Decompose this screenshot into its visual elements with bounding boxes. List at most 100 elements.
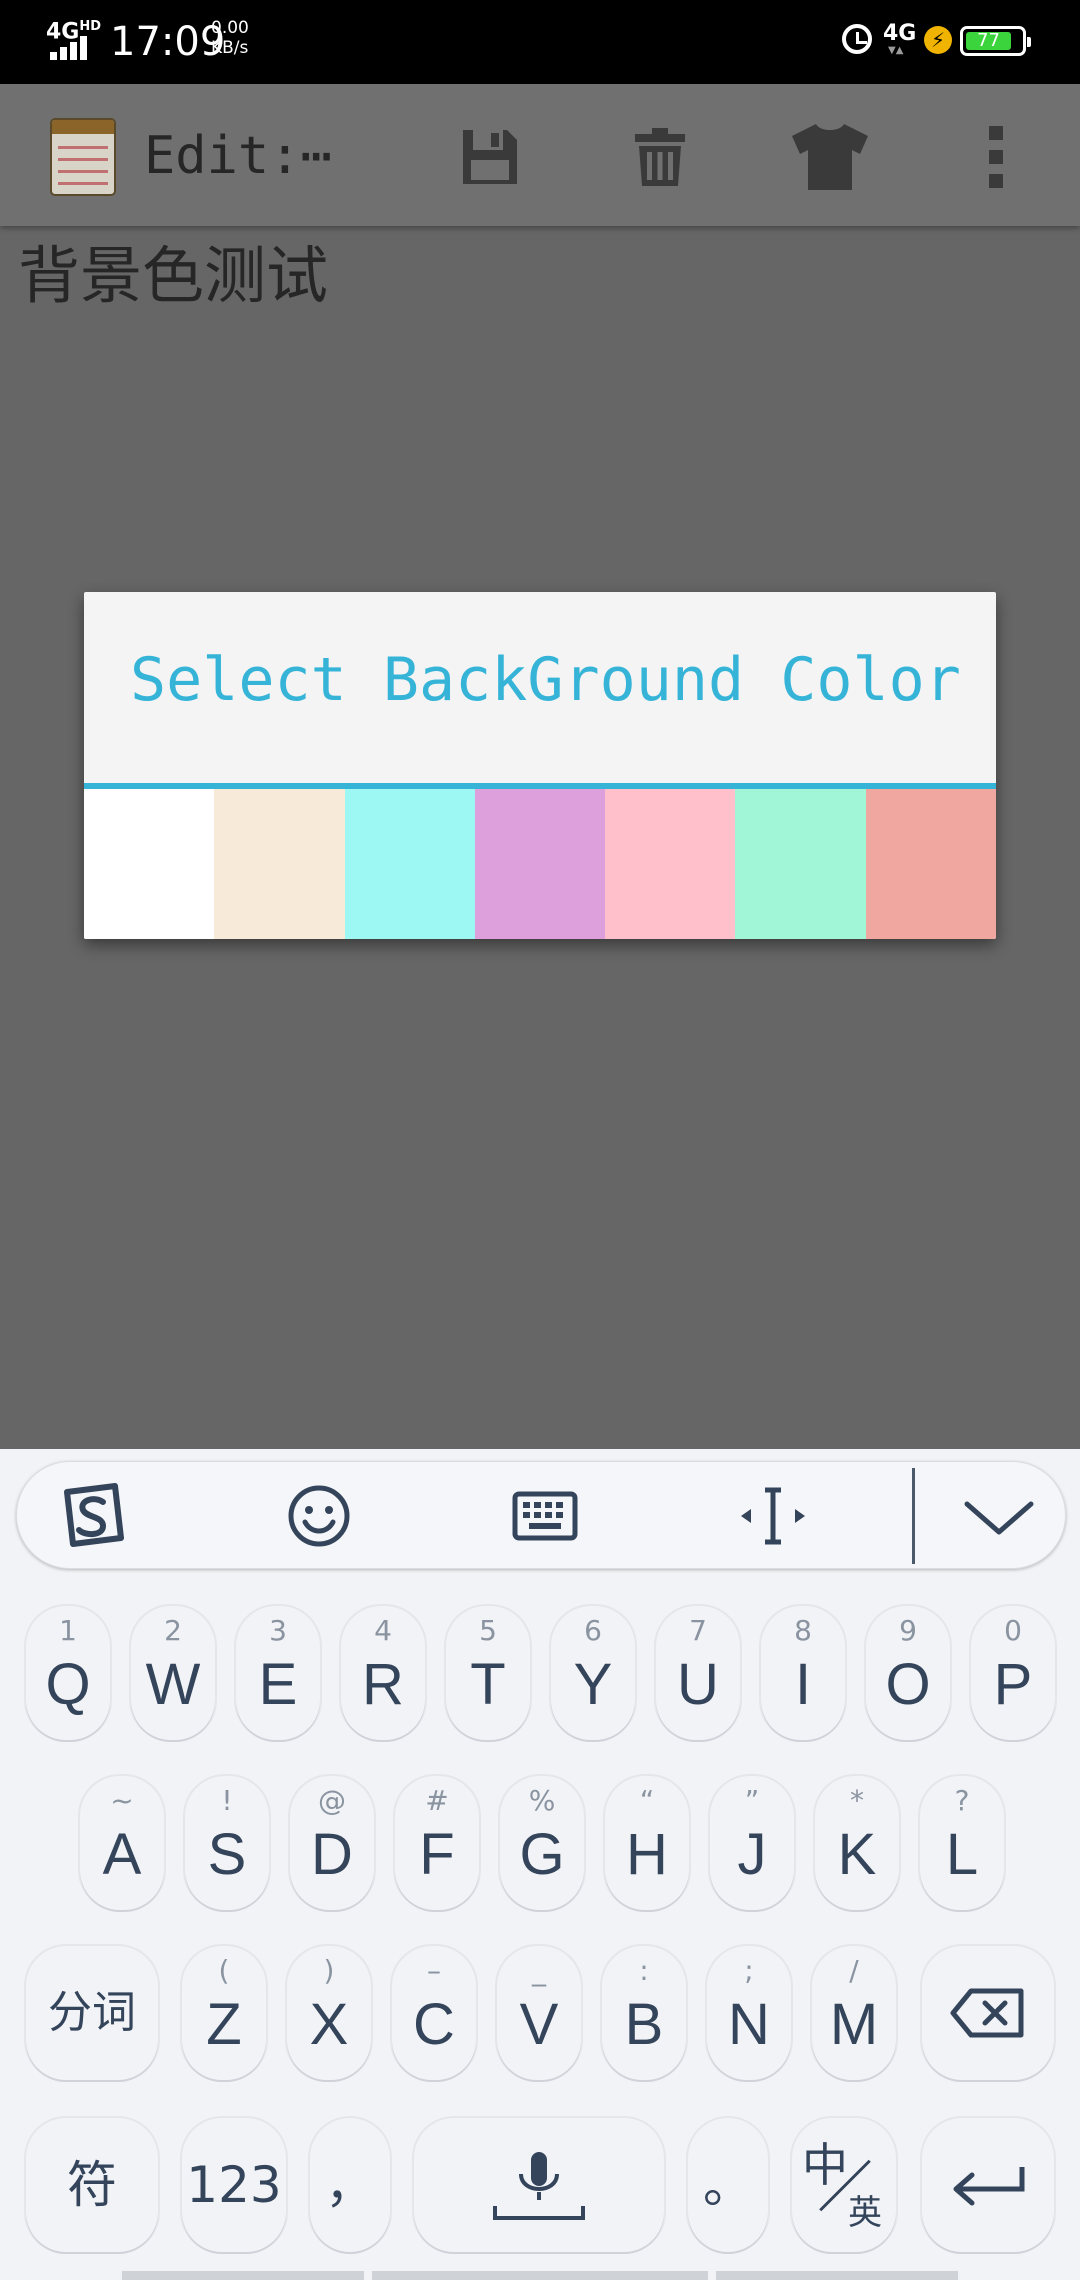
key-j[interactable]: ” J — [710, 1776, 794, 1910]
key-label: R — [362, 1652, 404, 1717]
key-label: X — [309, 1992, 349, 2057]
color-swatch-4[interactable] — [474, 789, 606, 939]
key-hint: * — [850, 1784, 864, 1817]
key-label: 。 — [703, 2156, 753, 2214]
key-a[interactable]: ~ A — [80, 1776, 164, 1910]
overflow-menu-button[interactable] — [976, 122, 1016, 192]
key-hint: 4 — [374, 1614, 392, 1647]
change-background-button[interactable] — [788, 122, 872, 192]
key-d[interactable]: @ D — [290, 1776, 374, 1910]
key-hint: 0 — [1004, 1614, 1022, 1647]
key-label: K — [837, 1822, 877, 1887]
key-f[interactable]: # F — [395, 1776, 479, 1910]
key-hint: 英 — [848, 2193, 882, 2233]
key-g[interactable]: % G — [500, 1776, 584, 1910]
color-swatch-3[interactable] — [344, 789, 475, 939]
shirt-icon — [792, 124, 868, 190]
emoji-button[interactable] — [281, 1478, 357, 1554]
key-label: W — [145, 1652, 201, 1717]
key-hint: : — [639, 1954, 649, 1987]
key-c[interactable]: – C — [392, 1946, 476, 2080]
symbols-key[interactable]: 符 — [26, 2118, 158, 2252]
segment-key[interactable]: 分词 — [26, 1946, 158, 2080]
enter-icon — [953, 2167, 1025, 2206]
key-hint: 7 — [689, 1614, 707, 1647]
comma-key[interactable]: ， — [310, 2118, 390, 2252]
key-k[interactable]: * K — [815, 1776, 899, 1910]
gesture-bar — [0, 2271, 1080, 2280]
color-swatch-6[interactable] — [735, 789, 866, 939]
key-v[interactable]: _ V — [497, 1946, 581, 2080]
key-label: P — [993, 1652, 1033, 1717]
key-hint: # — [425, 1784, 449, 1817]
key-x[interactable]: ) X — [287, 1946, 371, 2080]
key-label: L — [945, 1822, 979, 1887]
key-hint: “ — [639, 1784, 655, 1817]
battery-level: 77 — [966, 32, 1011, 50]
keyboard-switch-button[interactable] — [507, 1478, 583, 1554]
emoji-icon — [288, 1485, 350, 1547]
color-picker-dialog: Select BackGround Color — [84, 592, 996, 939]
key-i[interactable]: 8I — [761, 1606, 845, 1740]
space-voice-key[interactable] — [414, 2118, 664, 2252]
color-swatch-5[interactable] — [605, 789, 736, 939]
color-swatch-7[interactable] — [865, 789, 996, 939]
key-z[interactable]: (Z — [182, 1946, 266, 2080]
key-s[interactable]: ! S — [185, 1776, 269, 1910]
color-swatch-2[interactable] — [214, 789, 345, 939]
color-swatch-row — [84, 789, 996, 939]
delete-icon — [635, 128, 685, 186]
key-label: F — [419, 1822, 455, 1887]
key-label: A — [102, 1822, 142, 1887]
signal-strength-icon — [50, 36, 96, 60]
clock: 17:09 — [110, 19, 226, 65]
language-switch-key[interactable]: 中英 — [792, 2118, 896, 2252]
key-r[interactable]: 4R — [341, 1606, 425, 1740]
keyboard-icon — [512, 1491, 578, 1541]
collapse-keyboard-button[interactable] — [961, 1478, 1037, 1554]
key-label: N — [728, 1992, 770, 2057]
key-label: Y — [573, 1652, 613, 1717]
cursor-move-button[interactable] — [735, 1478, 811, 1554]
color-swatch-1[interactable] — [84, 789, 215, 939]
key-n[interactable]: ; N — [707, 1946, 791, 2080]
key-l[interactable]: ? L — [920, 1776, 1004, 1910]
enter-key[interactable] — [922, 2118, 1054, 2252]
period-key[interactable]: 。 — [688, 2118, 768, 2252]
notepad-icon[interactable] — [50, 118, 116, 196]
delete-button[interactable] — [625, 122, 695, 192]
key-hint: ? — [954, 1784, 970, 1817]
key-m[interactable]: / M — [812, 1946, 896, 2080]
key-label: B — [624, 1992, 664, 2057]
key-w[interactable]: 2W — [131, 1606, 215, 1740]
key-hint: / — [849, 1954, 859, 1987]
key-u[interactable]: 7U — [656, 1606, 740, 1740]
key-label: V — [519, 1992, 559, 2057]
numbers-key[interactable]: 123 — [182, 2118, 286, 2252]
key-p[interactable]: 0P — [971, 1606, 1055, 1740]
key-label: H — [626, 1822, 668, 1887]
key-q[interactable]: 1Q — [26, 1606, 110, 1740]
key-label: M — [829, 1992, 879, 2057]
backspace-icon — [950, 1988, 1024, 2038]
key-hint: 2 — [164, 1614, 182, 1647]
save-button[interactable] — [455, 122, 525, 192]
key-hint: @ — [318, 1784, 346, 1817]
backspace-key[interactable] — [922, 1946, 1054, 2080]
sogou-logo-button[interactable] — [55, 1478, 131, 1554]
key-y[interactable]: 6Y — [551, 1606, 635, 1740]
key-hint: 8 — [794, 1614, 812, 1647]
key-t[interactable]: 5T — [446, 1606, 530, 1740]
key-label: Q — [45, 1652, 91, 1717]
key-o[interactable]: 9O — [866, 1606, 950, 1740]
key-label: D — [311, 1822, 353, 1887]
key-h[interactable]: “H — [605, 1776, 689, 1910]
key-b[interactable]: :B — [602, 1946, 686, 2080]
microphone-icon — [493, 2152, 585, 2220]
app-bar: Edit:⋯ — [0, 84, 1080, 226]
key-e[interactable]: 3E — [236, 1606, 320, 1740]
key-hint: ! — [221, 1784, 233, 1817]
keyboard-toolbar — [16, 1461, 1066, 1569]
collapse-chevron-icon — [964, 1501, 1034, 1535]
note-text[interactable]: 背景色测试 — [18, 236, 328, 316]
